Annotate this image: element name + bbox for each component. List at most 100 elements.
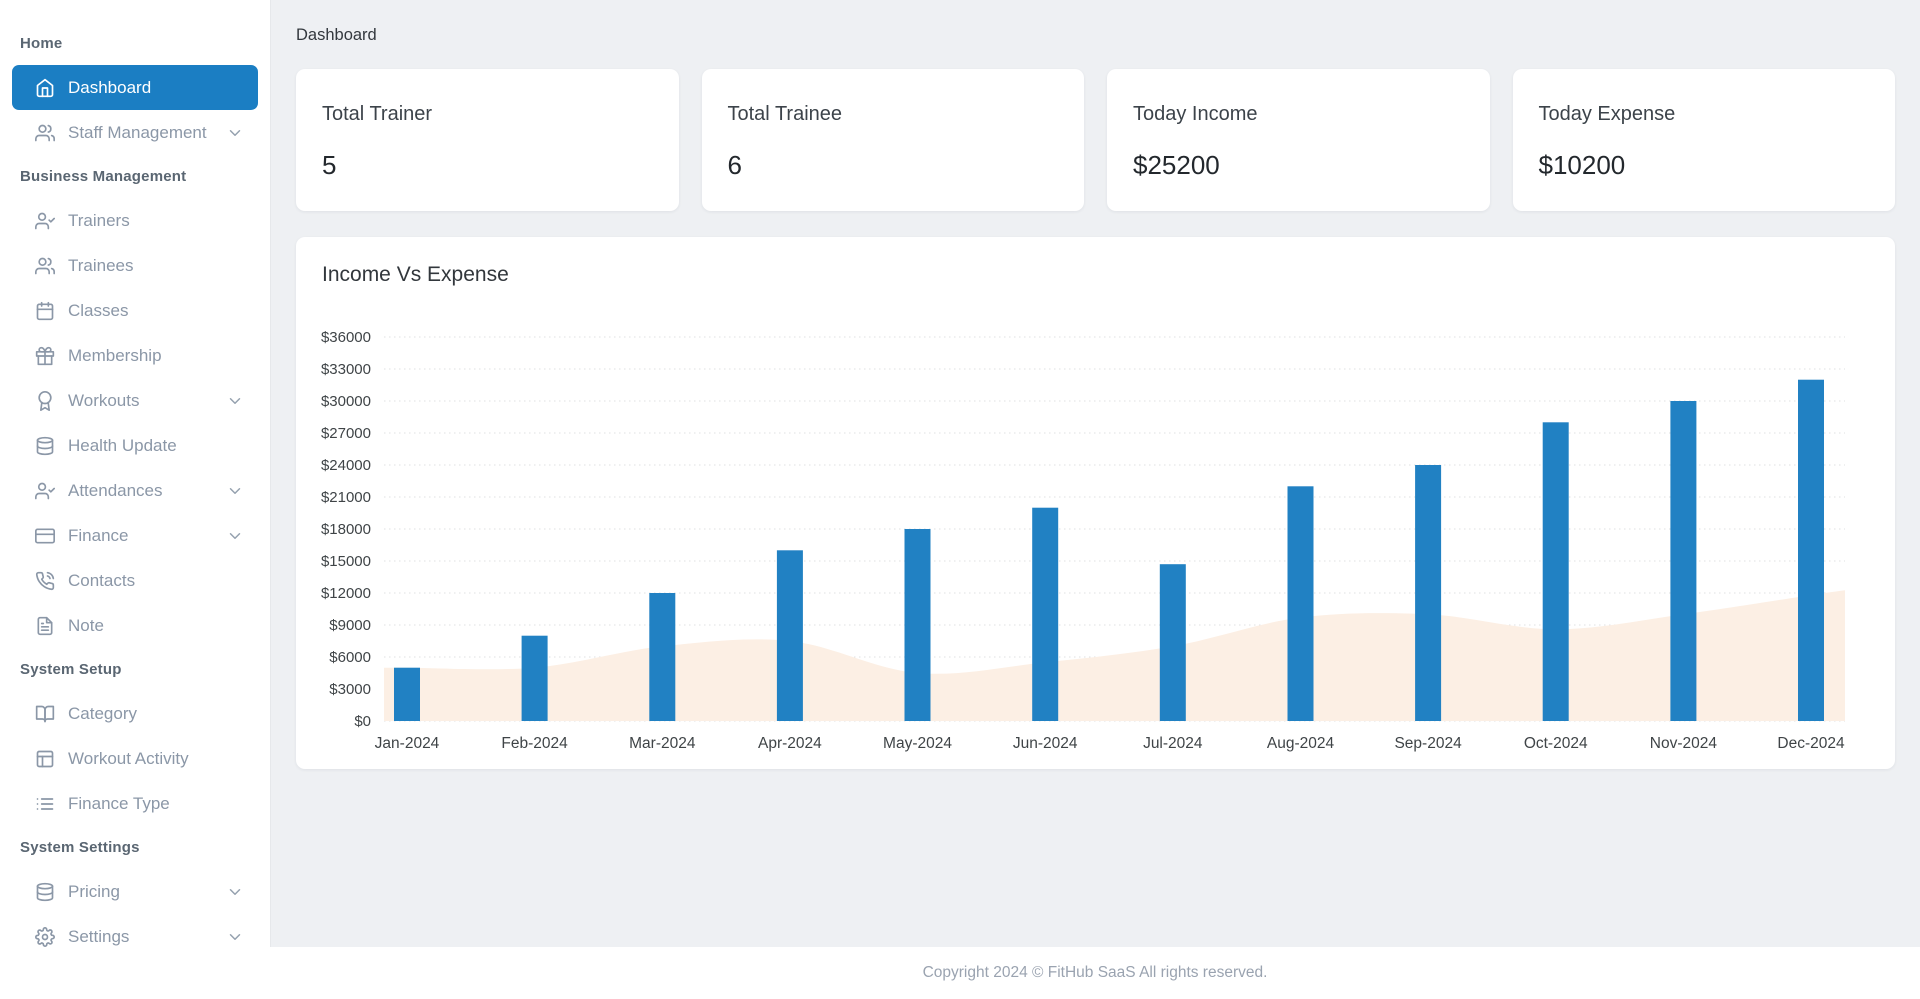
- home-icon: [35, 78, 55, 98]
- layout-icon: [35, 749, 55, 769]
- chevron-down-icon[interactable]: [226, 883, 244, 901]
- chevron-down-icon[interactable]: [226, 392, 244, 410]
- income-bar[interactable]: [649, 593, 676, 721]
- sidebar-item-label: Dashboard: [68, 77, 152, 97]
- x-axis-tick-label: Dec-2024: [1777, 735, 1845, 752]
- income-bar[interactable]: [1415, 465, 1442, 721]
- stat-card-value: 5: [322, 150, 337, 180]
- main-area: Dashboard Total Trainer 5 Total Trainee 6 To…: [270, 0, 1920, 999]
- sidebar-item-health-update[interactable]: Health Update: [12, 423, 258, 468]
- chevron-down-icon[interactable]: [226, 124, 244, 142]
- credit-card-icon: [35, 526, 55, 546]
- sidebar-item-workouts[interactable]: Workouts: [12, 378, 258, 423]
- database-icon: [35, 882, 55, 902]
- stat-card-today-income: Today Income $25200: [1107, 69, 1490, 211]
- income-vs-expense-chart: $36000 $33000 $30000 $27000 $24000 $21000 $180…: [296, 301, 1895, 761]
- chevron-down-icon[interactable]: [226, 527, 244, 545]
- sidebar-section-header-home: Home: [20, 35, 63, 52]
- y-axis-tick-label: $12000: [321, 585, 371, 602]
- stat-card-total-trainee: Total Trainee 6: [701, 69, 1084, 211]
- y-axis-tick-label: $30000: [321, 393, 371, 410]
- income-bar[interactable]: [1287, 486, 1314, 721]
- sidebar-item-pricing[interactable]: Pricing: [12, 869, 258, 914]
- sidebar-item-label: Trainers: [68, 210, 130, 230]
- sidebar-item-label: Attendances: [68, 480, 163, 500]
- stat-card-value: $10200: [1538, 150, 1626, 180]
- sidebar-item-label: Workout Activity: [68, 748, 189, 768]
- income-bar[interactable]: [904, 529, 931, 721]
- footer-copyright-text: Copyright 2024 © FitHub SaaS All rights …: [922, 964, 1268, 981]
- stat-card-today-expense: Today Expense $10200: [1512, 69, 1895, 211]
- sidebar-item-label: Settings: [68, 926, 130, 946]
- income-vs-expense-chart-card: Income Vs Expense $36000 $33000 $30000 $270…: [296, 237, 1895, 769]
- award-icon: [35, 390, 55, 411]
- user-check-icon: [35, 481, 55, 501]
- y-axis-tick-label: $18000: [321, 521, 371, 538]
- user-check-icon: [35, 211, 55, 231]
- book-open-icon: [35, 704, 55, 724]
- y-axis-tick-label: $0: [354, 713, 371, 730]
- income-bar[interactable]: [1032, 507, 1059, 721]
- x-axis-tick-label: Jan-2024: [375, 735, 440, 752]
- income-bar[interactable]: [394, 667, 420, 721]
- sidebar-item-label: Finance: [68, 525, 129, 545]
- content: Dashboard Total Trainer 5 Total Trainee 6 To…: [270, 0, 1920, 947]
- calendar-icon: [35, 301, 55, 321]
- x-axis-tick-label: Jul-2024: [1143, 735, 1203, 752]
- phone-icon: [35, 571, 55, 591]
- sidebar-item-dashboard[interactable]: Dashboard: [12, 65, 258, 110]
- sidebar-item-staff-management[interactable]: Staff Management: [12, 110, 258, 155]
- sidebar-item-attendances[interactable]: Attendances: [12, 468, 258, 513]
- sidebar-item-label: Pricing: [68, 881, 120, 901]
- footer: Copyright 2024 © FitHub SaaS All rights …: [270, 947, 1920, 999]
- users-icon: [35, 256, 55, 276]
- stat-card-value: $25200: [1133, 150, 1220, 180]
- income-bar[interactable]: [521, 635, 548, 721]
- x-axis-tick-label: Feb-2024: [501, 735, 568, 752]
- y-axis-tick-label: $3000: [329, 681, 371, 698]
- x-axis-tick-label: Apr-2024: [758, 735, 822, 752]
- sidebar-item-contacts[interactable]: Contacts: [12, 558, 258, 603]
- chevron-down-icon[interactable]: [226, 928, 244, 946]
- x-axis-tick-label: Sep-2024: [1394, 735, 1462, 752]
- y-axis-tick-label: $24000: [321, 457, 371, 474]
- sidebar-item-membership[interactable]: Membership: [12, 333, 258, 378]
- y-axis-tick-label: $33000: [321, 361, 371, 378]
- y-axis-tick-label: $27000: [321, 425, 371, 442]
- income-bar[interactable]: [1798, 379, 1824, 721]
- stat-card-label: Total Trainer: [322, 103, 433, 125]
- x-axis-tick-label: Mar-2024: [629, 735, 696, 752]
- income-bar[interactable]: [1542, 422, 1569, 721]
- sidebar: Home Dashboard Staff Management Business Ma…: [0, 0, 270, 999]
- list-icon: [35, 794, 55, 814]
- sidebar-item-label: Trainees: [68, 255, 134, 275]
- expense-area-series: [384, 590, 1845, 721]
- income-bar[interactable]: [1159, 564, 1186, 721]
- sidebar-item-label: Finance Type: [68, 793, 170, 813]
- stat-card-label: Today Income: [1133, 103, 1258, 125]
- sidebar-item-note[interactable]: Note: [12, 603, 258, 648]
- sidebar-item-category[interactable]: Category: [12, 691, 258, 736]
- stat-card-label: Today Expense: [1538, 103, 1676, 125]
- sidebar-item-trainers[interactable]: Trainers: [12, 198, 258, 243]
- sidebar-item-trainees[interactable]: Trainees: [12, 243, 258, 288]
- sidebar-section-header-system-settings: System Settings: [20, 839, 140, 856]
- sidebar-item-finance[interactable]: Finance: [12, 513, 258, 558]
- stat-cards-row: Total Trainer 5 Total Trainee 6 Today Income…: [296, 69, 1895, 211]
- file-text-icon: [35, 616, 55, 636]
- chevron-down-icon[interactable]: [226, 482, 244, 500]
- sidebar-item-label: Category: [68, 703, 137, 723]
- sidebar-section-header-system-setup: System Setup: [20, 661, 122, 678]
- x-axis-tick-label: May-2024: [883, 735, 952, 752]
- y-axis-tick-label: $15000: [321, 553, 371, 570]
- y-axis-tick-label: $21000: [321, 489, 371, 506]
- income-bar[interactable]: [776, 550, 803, 721]
- stat-card-value: 6: [727, 150, 742, 180]
- sidebar-item-workout-activity[interactable]: Workout Activity: [12, 736, 258, 781]
- sidebar-item-classes[interactable]: Classes: [12, 288, 258, 333]
- sidebar-nav: Home Dashboard Staff Management Business Ma…: [10, 22, 260, 959]
- sidebar-section-header-business-management: Business Management: [20, 168, 187, 185]
- sidebar-item-finance-type[interactable]: Finance Type: [12, 781, 258, 826]
- sidebar-item-settings[interactable]: Settings: [12, 914, 258, 959]
- income-bar[interactable]: [1670, 401, 1697, 721]
